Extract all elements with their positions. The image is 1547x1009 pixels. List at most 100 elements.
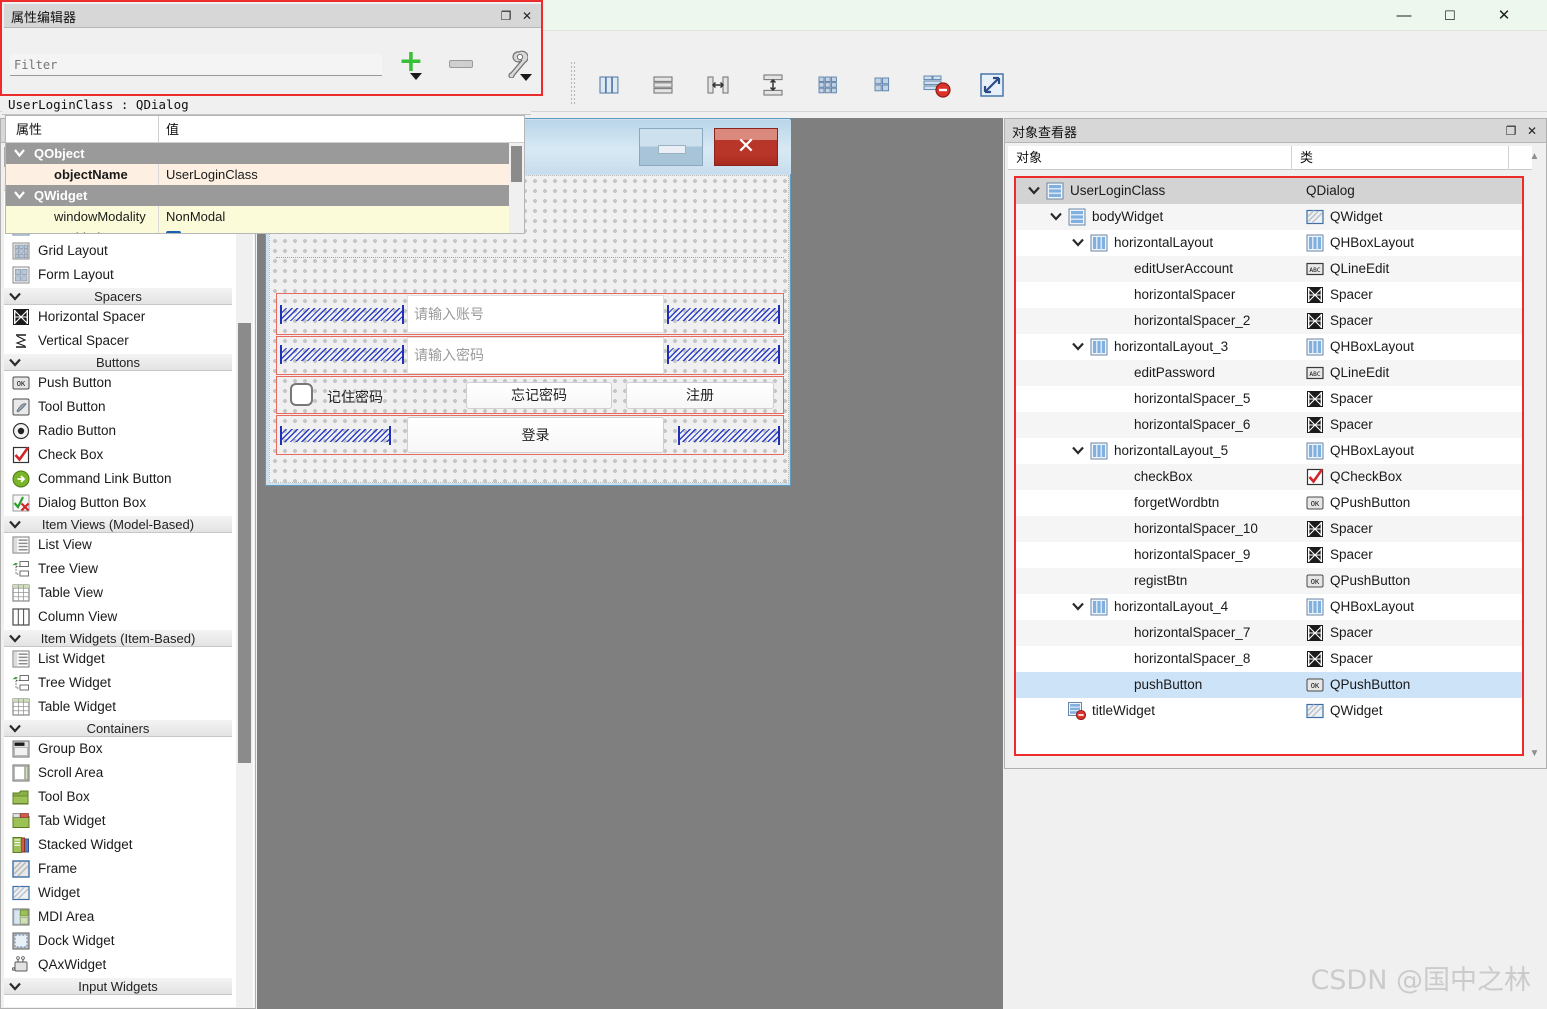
horizontal-spacer-7[interactable] [280, 426, 391, 445]
horizontal-spacer-1[interactable] [280, 305, 404, 324]
widget-category-item-views-model-based[interactable]: Item Views (Model-Based) [4, 515, 232, 533]
property-row[interactable]: windowModality NonModal [6, 206, 524, 227]
configure-chevron-down-icon[interactable] [520, 74, 532, 81]
object-tree-row[interactable]: bodyWidget QWidget [1016, 204, 1522, 230]
tree-expand-chevron-down-icon[interactable] [1070, 339, 1086, 355]
object-tree-row[interactable]: registBtn OK QPushButton [1016, 568, 1522, 594]
object-tree-row[interactable]: horizontalSpacer_5 Spacer [1016, 386, 1522, 412]
object-tree-row[interactable]: horizontalSpacer_8 Spacer [1016, 646, 1522, 672]
form-close-button[interactable]: ✕ [714, 128, 778, 166]
widget-category-buttons[interactable]: Buttons [4, 353, 232, 371]
form-canvas-area[interactable]: Qt UserLogin - UserLogin.ui ✕ 请输入账号 请输入密… [257, 118, 1003, 1009]
object-tree-row[interactable]: horizontalLayout_5 QHBoxLayout [1016, 438, 1522, 464]
object-inspector-scroll-down-arrow[interactable]: ▼ [1527, 746, 1542, 762]
enabled-checkbox[interactable] [166, 231, 181, 233]
widget-item-mdi-area[interactable]: MDI Area [4, 905, 232, 929]
object-tree-row[interactable]: editUserAccount ABC QLineEdit [1016, 256, 1522, 282]
object-inspector-close-button[interactable]: ✕ [1523, 122, 1541, 140]
window-maximize-button[interactable]: ☐ [1427, 0, 1473, 31]
window-minimize-button[interactable]: — [1381, 0, 1427, 31]
object-tree-row[interactable]: horizontalSpacer Spacer [1016, 282, 1522, 308]
layout-splitter-h-button[interactable] [695, 63, 741, 105]
tree-expand-chevron-down-icon[interactable] [1026, 183, 1042, 199]
widget-item-table-view[interactable]: Table View [4, 581, 232, 605]
object-tree-row[interactable]: checkBox QCheckBox [1016, 464, 1522, 490]
widget-item-vertical-spacer[interactable]: Vertical Spacer [4, 329, 232, 353]
widget-item-group-box[interactable]: Group Box [4, 737, 232, 761]
password-input[interactable]: 请输入密码 [407, 337, 664, 374]
login-button[interactable]: 登录 [407, 417, 664, 453]
widget-item-form-layout[interactable]: Form Layout [4, 263, 232, 287]
property-group-row[interactable]: QWidget [6, 185, 524, 206]
widget-item-dock-widget[interactable]: Dock Widget [4, 929, 232, 953]
object-tree-row[interactable]: horizontalSpacer_10 Spacer [1016, 516, 1522, 542]
adjust-size-button[interactable] [969, 63, 1015, 105]
add-property-chevron-down-icon[interactable] [410, 73, 422, 80]
property-row[interactable]: objectName UserLoginClass [6, 164, 524, 185]
remember-password-checkbox[interactable] [290, 383, 313, 406]
layout-horizontal-button[interactable] [586, 63, 632, 105]
object-tree-row[interactable]: pushButton OK QPushButton [1016, 672, 1522, 698]
widget-category-containers[interactable]: Containers [4, 719, 232, 737]
widget-category-item-widgets-item-based[interactable]: Item Widgets (Item-Based) [4, 629, 232, 647]
column-header-class[interactable]: 类 [1300, 149, 1313, 167]
break-layout-button[interactable] [913, 63, 959, 105]
widget-item-column-view[interactable]: Column View [4, 605, 232, 629]
object-inspector-column-headers[interactable]: 对象 类 [1008, 146, 1532, 170]
widget-item-list-view[interactable]: List View [4, 533, 232, 557]
widget-item-widget[interactable]: Widget [4, 881, 232, 905]
toolbar-grip[interactable] [570, 61, 575, 106]
tree-expand-chevron-down-icon[interactable] [1070, 235, 1086, 251]
widget-item-tool-box[interactable]: Tool Box [4, 785, 232, 809]
object-tree-row[interactable]: editPassword ABC QLineEdit [1016, 360, 1522, 386]
property-editor-float-button[interactable]: ❐ [497, 7, 515, 25]
property-group-chevron-down-icon[interactable] [12, 188, 26, 202]
object-inspector-tree[interactable]: UserLoginClass QDialog bodyWidget QWidget ho… [1014, 176, 1524, 756]
tree-expand-chevron-down-icon[interactable] [1070, 443, 1086, 459]
widget-item-qaxwidget[interactable]: QAxWidget [4, 953, 232, 977]
widget-box-list[interactable]: LayoutsVertical LayoutHorizontal LayoutG… [4, 173, 254, 1007]
widget-item-command-link-button[interactable]: Command Link Button [4, 467, 232, 491]
property-group-chevron-down-icon[interactable] [12, 146, 26, 160]
object-tree-row[interactable]: horizontalSpacer_2 Spacer [1016, 308, 1522, 334]
property-filter-input[interactable] [10, 54, 382, 76]
object-tree-row[interactable]: titleWidget QWidget [1016, 698, 1522, 724]
widget-box-scroll-thumb[interactable] [238, 323, 251, 763]
form-minimize-button[interactable] [639, 128, 703, 166]
widget-box-scrollbar[interactable] [236, 173, 253, 1007]
column-header-object[interactable]: 对象 [1016, 149, 1042, 167]
tree-expand-chevron-down-icon[interactable] [1048, 209, 1064, 225]
widget-item-tool-button[interactable]: Tool Button [4, 395, 232, 419]
object-tree-row[interactable]: horizontalLayout_4 QHBoxLayout [1016, 594, 1522, 620]
object-tree-row[interactable]: horizontalSpacer_9 Spacer [1016, 542, 1522, 568]
property-table-headers[interactable]: 属性 值 [6, 116, 524, 143]
layout-grid-button[interactable] [805, 63, 851, 105]
object-inspector-scroll-up-arrow[interactable]: ▲ [1527, 149, 1542, 165]
object-tree-row[interactable]: UserLoginClass QDialog [1016, 178, 1522, 204]
property-editor-close-button[interactable]: ✕ [518, 7, 536, 25]
property-column-divider[interactable] [158, 116, 159, 143]
layout-splitter-v-button[interactable] [750, 63, 796, 105]
widget-category-spacers[interactable]: Spacers [4, 287, 232, 305]
horizontal-spacer-2[interactable] [667, 305, 780, 324]
widget-item-scroll-area[interactable]: Scroll Area [4, 761, 232, 785]
widget-item-radio-button[interactable]: Radio Button [4, 419, 232, 443]
layout-vertical-button[interactable] [640, 63, 686, 105]
widget-item-horizontal-spacer[interactable]: Horizontal Spacer [4, 305, 232, 329]
object-tree-row[interactable]: horizontalLayout_3 QHBoxLayout [1016, 334, 1522, 360]
widget-item-grid-layout[interactable]: Grid Layout [4, 239, 232, 263]
object-tree-row[interactable]: horizontalSpacer_7 Spacer [1016, 620, 1522, 646]
widget-item-push-button[interactable]: OK Push Button [4, 371, 232, 395]
horizontal-spacer-6[interactable] [667, 345, 780, 364]
property-group-row[interactable]: QObject [6, 143, 524, 164]
forget-password-button[interactable]: 忘记密码 [466, 382, 612, 409]
object-tree-row[interactable]: forgetWordbtn OK QPushButton [1016, 490, 1522, 516]
widget-item-frame[interactable]: Frame [4, 857, 232, 881]
widget-item-list-widget[interactable]: List Widget [4, 647, 232, 671]
object-tree-row[interactable]: horizontalLayout QHBoxLayout [1016, 230, 1522, 256]
horizontal-spacer-5[interactable] [280, 345, 404, 364]
property-table-scroll-thumb[interactable] [511, 146, 522, 182]
property-value[interactable]: UserLoginClass [166, 166, 258, 183]
widget-item-tab-widget[interactable]: Tab Widget [4, 809, 232, 833]
property-value[interactable]: NonModal [166, 208, 225, 225]
